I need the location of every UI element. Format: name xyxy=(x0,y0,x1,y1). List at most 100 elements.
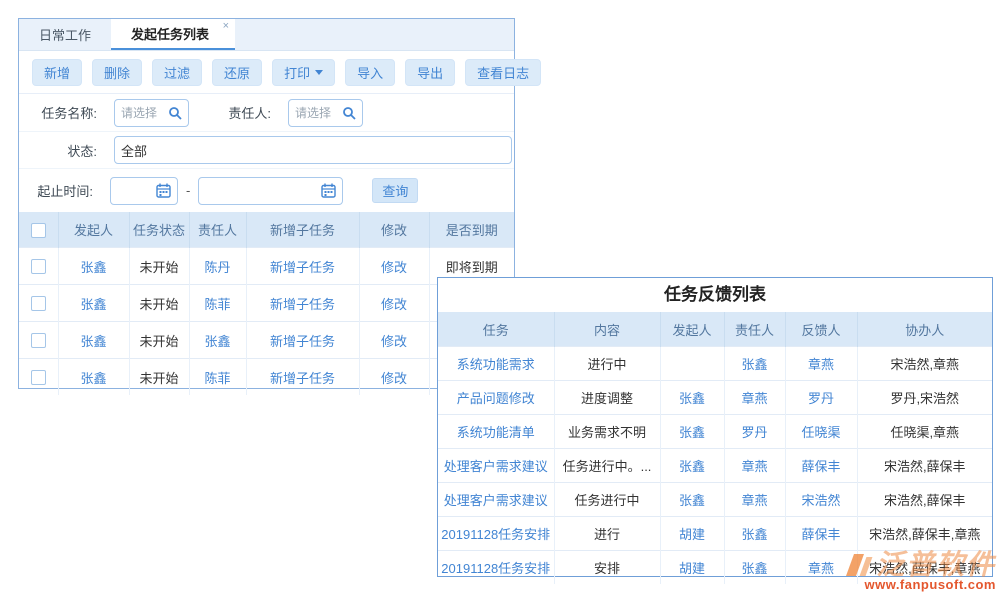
add-subtask-link[interactable]: 新增子任务 xyxy=(270,297,335,312)
modify-link[interactable]: 修改 xyxy=(381,334,407,349)
table-row: 系统功能清单 业务需求不明 张鑫 罗丹 任晓渠 任晓渠,章燕 xyxy=(438,415,992,449)
table-row: 系统功能需求 进行中 张鑫 章燕 宋浩然,章燕 xyxy=(438,347,992,381)
task-link[interactable]: 产品问题修改 xyxy=(457,391,535,406)
owner-input[interactable]: 请选择 xyxy=(288,99,363,127)
initiator-link[interactable]: 张鑫 xyxy=(80,334,106,349)
co-organizer-cell: 宋浩然,章燕 xyxy=(857,347,992,381)
feedback-link[interactable]: 章燕 xyxy=(808,561,834,576)
task-feedback-panel: 任务反馈列表 任务 内容 发起人 责任人 反馈人 协办人 系统功能需求 进行中 … xyxy=(437,277,993,577)
start-date-input[interactable] xyxy=(110,177,178,205)
owner-link[interactable]: 张鑫 xyxy=(741,561,767,576)
owner-link[interactable]: 张鑫 xyxy=(204,334,230,349)
add-subtask-link[interactable]: 新增子任务 xyxy=(270,371,335,386)
row-checkbox[interactable] xyxy=(31,333,46,348)
col-initiator: 发起人 xyxy=(660,312,724,347)
table-row: 处理客户需求建议 任务进行中 张鑫 章燕 宋浩然 宋浩然,薛保丰 xyxy=(438,483,992,517)
view-log-button[interactable]: 查看日志 xyxy=(465,59,541,86)
task-link[interactable]: 系统功能需求 xyxy=(457,357,535,372)
owner-link[interactable]: 章燕 xyxy=(741,459,767,474)
initiator-link[interactable]: 张鑫 xyxy=(679,493,705,508)
initiator-link[interactable]: 张鑫 xyxy=(679,391,705,406)
print-button[interactable]: 打印 xyxy=(272,59,335,86)
tab-bar: 日常工作 发起任务列表 × xyxy=(19,19,514,51)
initiator-link[interactable]: 张鑫 xyxy=(80,260,106,275)
delete-button[interactable]: 删除 xyxy=(92,59,142,86)
initiator-link[interactable]: 张鑫 xyxy=(679,425,705,440)
tab-initiated-task-list[interactable]: 发起任务列表 × xyxy=(111,19,235,50)
owner-link[interactable]: 陈丹 xyxy=(204,260,230,275)
status-cell: 未开始 xyxy=(129,322,189,359)
initiator-link[interactable]: 张鑫 xyxy=(80,371,106,386)
initiator-link[interactable]: 张鑫 xyxy=(679,459,705,474)
filter-button[interactable]: 过滤 xyxy=(152,59,202,86)
task-link[interactable]: 20191128任务安排 xyxy=(441,527,550,542)
select-all-checkbox[interactable] xyxy=(31,223,46,238)
owner-link[interactable]: 张鑫 xyxy=(741,527,767,542)
initiator-link[interactable]: 胡建 xyxy=(679,527,705,542)
task-link[interactable]: 20191128任务安排 xyxy=(441,561,550,576)
content-cell: 业务需求不明 xyxy=(554,415,660,449)
feedback-link[interactable]: 宋浩然 xyxy=(801,493,840,508)
feedback-link[interactable]: 薛保丰 xyxy=(801,459,840,474)
owner-link[interactable]: 陈菲 xyxy=(204,297,230,312)
status-input[interactable]: 全部 xyxy=(114,136,512,164)
tab-label: 发起任务列表 xyxy=(131,24,209,43)
owner-link[interactable]: 章燕 xyxy=(741,493,767,508)
owner-link[interactable]: 章燕 xyxy=(741,391,767,406)
co-organizer-cell: 任晓渠,章燕 xyxy=(857,415,992,449)
query-button[interactable]: 查询 xyxy=(372,178,418,203)
new-button[interactable]: 新增 xyxy=(32,59,82,86)
feedback-link[interactable]: 任晓渠 xyxy=(801,425,840,440)
add-subtask-link[interactable]: 新增子任务 xyxy=(270,260,335,275)
modify-link[interactable]: 修改 xyxy=(381,260,407,275)
modify-link[interactable]: 修改 xyxy=(381,297,407,312)
restore-button[interactable]: 还原 xyxy=(212,59,262,86)
content-cell: 进行中 xyxy=(554,347,660,381)
tab-label: 日常工作 xyxy=(39,25,91,44)
initiator-link[interactable]: 胡建 xyxy=(679,561,705,576)
col-initiator: 发起人 xyxy=(58,212,129,248)
col-co-organizer: 协办人 xyxy=(857,312,992,347)
col-add-subtask: 新增子任务 xyxy=(246,212,359,248)
calendar-icon xyxy=(321,183,336,198)
row-checkbox[interactable] xyxy=(31,259,46,274)
calendar-icon xyxy=(156,183,171,198)
col-task-status: 任务状态 xyxy=(129,212,189,248)
feedback-link[interactable]: 薛保丰 xyxy=(801,527,840,542)
task-link[interactable]: 处理客户需求建议 xyxy=(444,459,548,474)
table-header-row: 发起人 任务状态 责任人 新增子任务 修改 是否到期 xyxy=(19,212,514,248)
co-organizer-cell: 宋浩然,薛保丰 xyxy=(857,449,992,483)
table-row: 20191128任务安排 进行 胡建 张鑫 薛保丰 宋浩然,薛保丰,章燕 xyxy=(438,517,992,551)
page-title: 任务反馈列表 xyxy=(438,278,992,312)
end-date-input[interactable] xyxy=(198,177,343,205)
owner-link[interactable]: 罗丹 xyxy=(741,425,767,440)
chevron-down-icon xyxy=(315,70,323,75)
owner-link[interactable]: 张鑫 xyxy=(741,357,767,372)
task-name-input[interactable]: 请选择 xyxy=(114,99,189,127)
status-label: 状态: xyxy=(19,141,97,160)
col-feedback-person: 反馈人 xyxy=(785,312,857,347)
task-link[interactable]: 系统功能清单 xyxy=(457,425,535,440)
modify-link[interactable]: 修改 xyxy=(381,371,407,386)
import-button[interactable]: 导入 xyxy=(345,59,395,86)
add-subtask-link[interactable]: 新增子任务 xyxy=(270,334,335,349)
content-cell: 进行 xyxy=(554,517,660,551)
table-row: 20191128任务安排 安排 胡建 张鑫 章燕 宋浩然,薛保丰,章燕 xyxy=(438,551,992,585)
status-cell: 未开始 xyxy=(129,248,189,285)
owner-link[interactable]: 陈菲 xyxy=(204,371,230,386)
row-checkbox[interactable] xyxy=(31,296,46,311)
table-row: 处理客户需求建议 任务进行中。... 张鑫 章燕 薛保丰 宋浩然,薛保丰 xyxy=(438,449,992,483)
task-feedback-table: 任务 内容 发起人 责任人 反馈人 协办人 系统功能需求 进行中 张鑫 章燕 宋… xyxy=(438,312,992,584)
initiator-link[interactable]: 张鑫 xyxy=(80,297,106,312)
col-owner: 责任人 xyxy=(189,212,246,248)
content-cell: 任务进行中。... xyxy=(554,449,660,483)
toolbar: 新增 删除 过滤 还原 打印 导入 导出 查看日志 xyxy=(19,51,514,94)
export-button[interactable]: 导出 xyxy=(405,59,455,86)
row-checkbox[interactable] xyxy=(31,370,46,385)
close-icon[interactable]: × xyxy=(223,20,229,32)
table-row: 产品问题修改 进度调整 张鑫 章燕 罗丹 罗丹,宋浩然 xyxy=(438,381,992,415)
task-link[interactable]: 处理客户需求建议 xyxy=(444,493,548,508)
feedback-link[interactable]: 章燕 xyxy=(808,357,834,372)
tab-daily-work[interactable]: 日常工作 xyxy=(19,19,111,50)
feedback-link[interactable]: 罗丹 xyxy=(808,391,834,406)
